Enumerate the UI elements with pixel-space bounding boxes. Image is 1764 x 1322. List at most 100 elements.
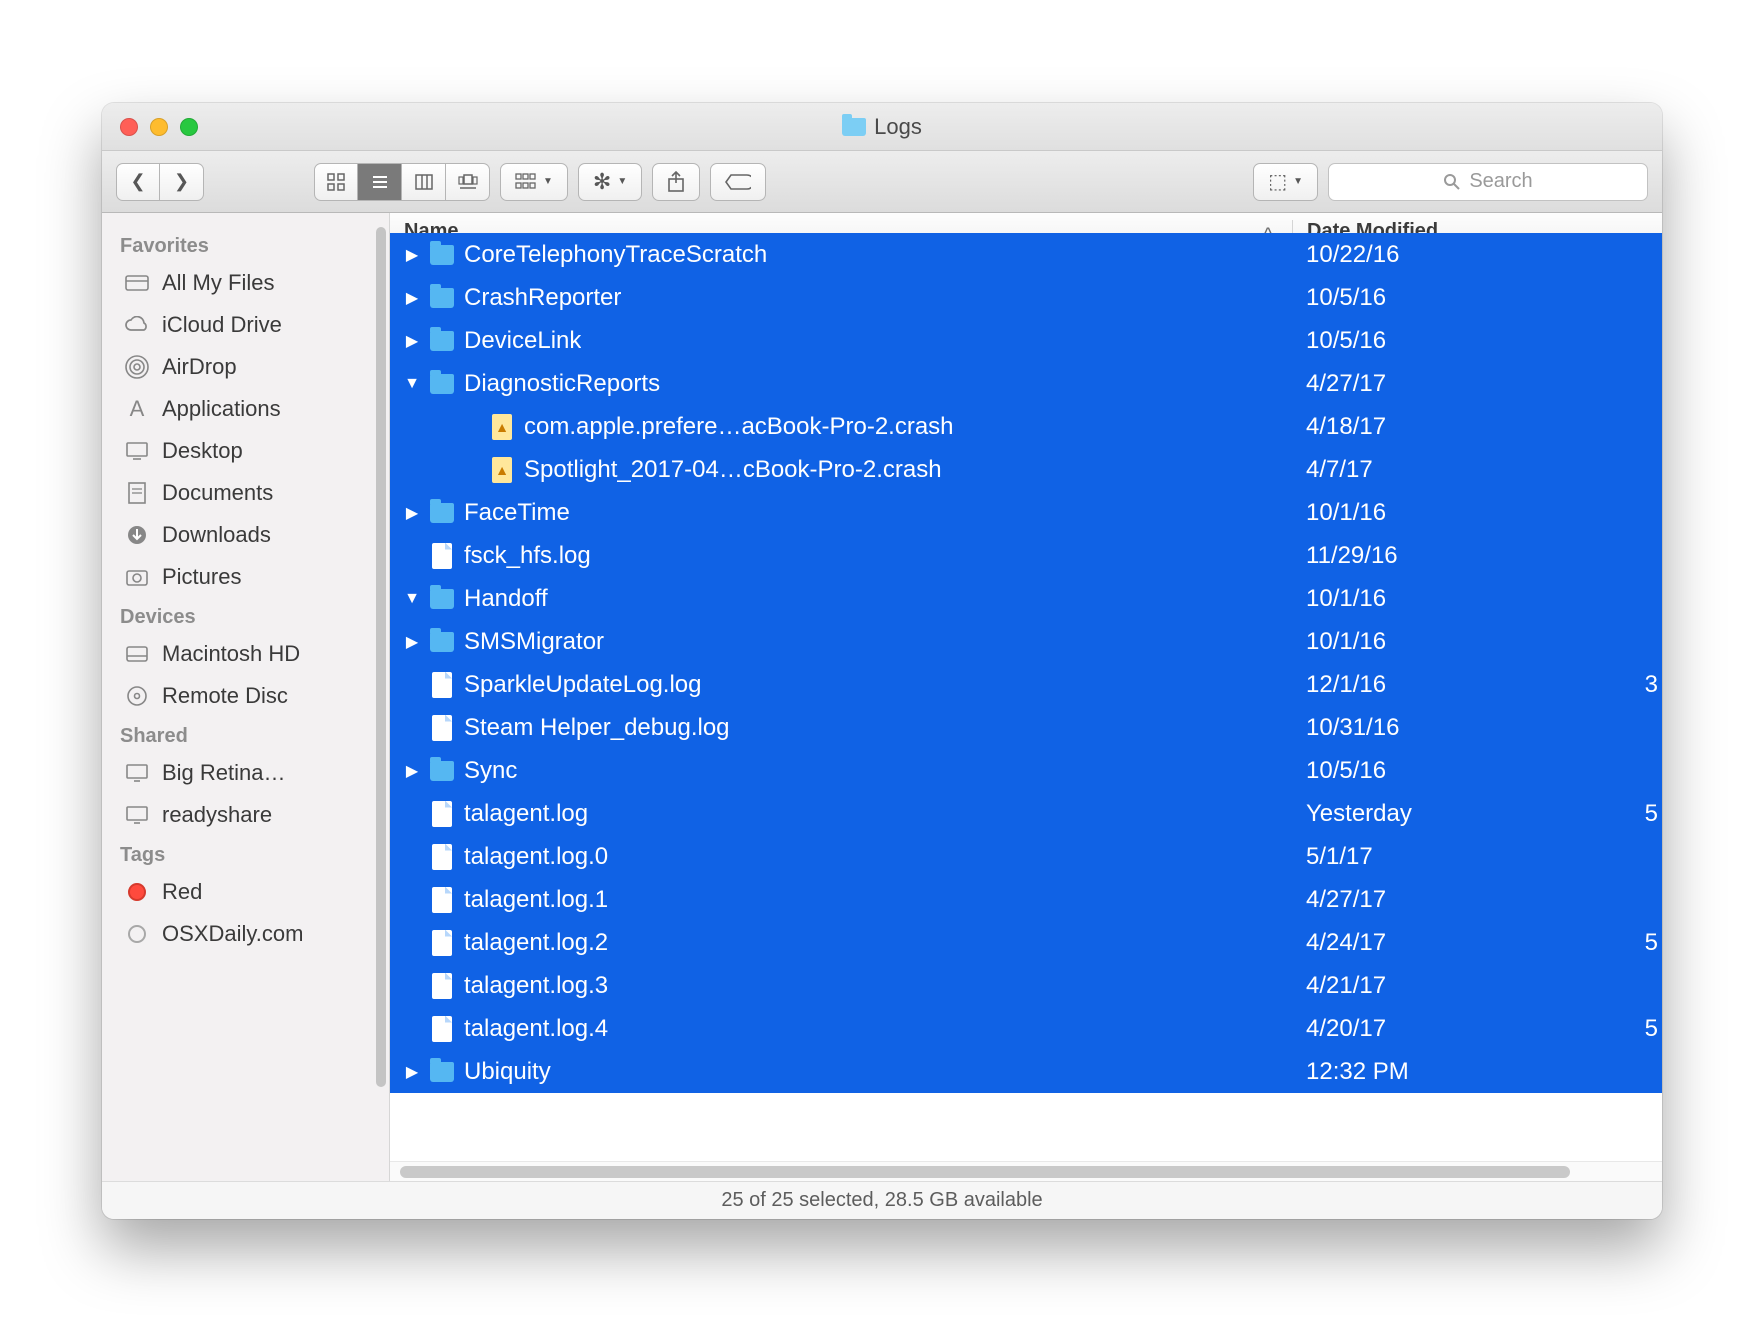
file-row[interactable]: Steam Helper_debug.log 10/31/16: [390, 706, 1662, 749]
file-icon: [430, 888, 454, 912]
share-button[interactable]: [652, 163, 700, 201]
tag-red-icon: [124, 881, 150, 903]
file-row[interactable]: ▶Ubiquity12:32 PM: [390, 1050, 1662, 1093]
file-icon: [430, 974, 454, 998]
dropbox-button[interactable]: ⬚ ▼: [1253, 163, 1318, 201]
arrange-button[interactable]: ▼: [500, 163, 568, 201]
file-row[interactable]: talagent.log.24/24/175: [390, 921, 1662, 964]
file-date: 10/31/16: [1292, 714, 1662, 742]
titlebar: Logs: [102, 103, 1662, 151]
file-name: CoreTelephonyTraceScratch: [464, 241, 767, 269]
file-row[interactable]: fsck_hfs.log11/29/16: [390, 534, 1662, 577]
sidebar-item[interactable]: readyshare: [102, 794, 389, 836]
sidebar-item[interactable]: iCloud Drive: [102, 304, 389, 346]
file-row[interactable]: SparkleUpdateLog.log12/1/163: [390, 663, 1662, 706]
file-row[interactable]: ▶ FaceTime 10/1/16: [390, 491, 1662, 534]
file-name: FaceTime: [464, 499, 570, 527]
finder-window: Logs ❮ ❯ ▼ ✻ ▼: [102, 103, 1662, 1219]
file-row[interactable]: ▶Sync10/5/16: [390, 749, 1662, 792]
disclosure-triangle-icon[interactable]: ▶: [404, 503, 420, 523]
folder-icon: [430, 501, 454, 525]
file-row[interactable]: ▶SMSMigrator10/1/16: [390, 620, 1662, 663]
file-date: 4/21/17: [1292, 972, 1662, 1000]
back-button[interactable]: ❮: [116, 163, 160, 201]
sidebar-scrollbar[interactable]: [376, 227, 386, 1087]
sidebar-item[interactable]: Macintosh HD: [102, 633, 389, 675]
sidebar-item[interactable]: Desktop: [102, 430, 389, 472]
file-row[interactable]: ▶CrashReporter10/5/16: [390, 276, 1662, 319]
horizontal-scrollbar-track[interactable]: [390, 1161, 1662, 1181]
crash-file-icon: ▲: [490, 458, 514, 482]
file-name: talagent.log.1: [464, 886, 608, 914]
sidebar-item-label: Macintosh HD: [162, 641, 300, 667]
disclosure-triangle-icon[interactable]: ▼: [404, 375, 420, 393]
file-row[interactable]: ▶DeviceLink10/5/16: [390, 319, 1662, 362]
file-row[interactable]: ▼Handoff10/1/16: [390, 577, 1662, 620]
disclosure-triangle-icon[interactable]: ▶: [404, 632, 420, 652]
file-name: Steam Helper_debug.log: [464, 714, 730, 742]
list-view-button[interactable]: [358, 163, 402, 201]
sidebar-item-label: OSXDaily.com: [162, 921, 303, 947]
coverflow-view-button[interactable]: [446, 163, 490, 201]
grid-icon: [326, 172, 346, 192]
sidebar-item[interactable]: Downloads: [102, 514, 389, 556]
minimize-button[interactable]: [150, 118, 168, 136]
sidebar-item[interactable]: Pictures: [102, 556, 389, 598]
sidebar-item-label: readyshare: [162, 802, 272, 828]
folder-icon: [430, 1060, 454, 1084]
file-row[interactable]: talagent.log.44/20/175: [390, 1007, 1662, 1050]
close-button[interactable]: [120, 118, 138, 136]
sidebar-item[interactable]: Documents: [102, 472, 389, 514]
file-name: Ubiquity: [464, 1058, 551, 1086]
search-icon: [1443, 173, 1461, 191]
sidebar-section-title: Devices: [102, 598, 389, 633]
disclosure-triangle-icon[interactable]: ▶: [404, 288, 420, 308]
sidebar-item[interactable]: AApplications: [102, 388, 389, 430]
status-bar: 25 of 25 selected, 28.5 GB available: [102, 1181, 1662, 1219]
file-list[interactable]: ▶CoreTelephonyTraceScratch10/22/16▶Crash…: [390, 233, 1662, 1161]
sidebar-item[interactable]: AirDrop: [102, 346, 389, 388]
disclosure-triangle-icon[interactable]: ▶: [404, 245, 420, 265]
monitor-icon: [124, 804, 150, 826]
file-row[interactable]: talagent.logYesterday5: [390, 792, 1662, 835]
file-row[interactable]: talagent.log.14/27/17: [390, 878, 1662, 921]
search-input[interactable]: Search: [1328, 163, 1648, 201]
tags-button[interactable]: [710, 163, 766, 201]
sidebar-item[interactable]: All My Files: [102, 262, 389, 304]
file-date: 10/1/16: [1292, 499, 1662, 527]
file-row[interactable]: ▲Spotlight_2017-04…cBook-Pro-2.crash4/7/…: [390, 448, 1662, 491]
file-row[interactable]: ▼DiagnosticReports4/27/17: [390, 362, 1662, 405]
file-row[interactable]: talagent.log.34/21/17: [390, 964, 1662, 1007]
file-date: 5/1/17: [1292, 843, 1662, 871]
file-row[interactable]: ▶CoreTelephonyTraceScratch10/22/16: [390, 233, 1662, 276]
hdd-icon: [124, 643, 150, 665]
column-view-button[interactable]: [402, 163, 446, 201]
search-placeholder: Search: [1469, 170, 1532, 193]
sidebar-item[interactable]: Red: [102, 871, 389, 913]
folder-icon: [430, 329, 454, 353]
horizontal-scrollbar-thumb[interactable]: [400, 1166, 1570, 1178]
file-name: DeviceLink: [464, 327, 581, 355]
disclosure-triangle-icon[interactable]: ▼: [404, 590, 420, 608]
file-name: talagent.log.0: [464, 843, 608, 871]
disclosure-triangle-icon[interactable]: ▶: [404, 761, 420, 781]
sidebar-item[interactable]: Big Retina…: [102, 752, 389, 794]
zoom-button[interactable]: [180, 118, 198, 136]
folder-icon: [430, 243, 454, 267]
sidebar-item[interactable]: Remote Disc: [102, 675, 389, 717]
window-title-group: Logs: [102, 114, 1662, 140]
file-name: SparkleUpdateLog.log: [464, 671, 702, 699]
body: FavoritesAll My FilesiCloud DriveAirDrop…: [102, 213, 1662, 1181]
view-mode-group: [314, 163, 490, 201]
gear-icon: ✻: [593, 169, 611, 195]
file-date: 10/5/16: [1292, 757, 1662, 785]
action-button[interactable]: ✻ ▼: [578, 163, 642, 201]
disclosure-triangle-icon[interactable]: ▶: [404, 1062, 420, 1082]
sidebar-item[interactable]: OSXDaily.com: [102, 913, 389, 955]
icon-view-button[interactable]: [314, 163, 358, 201]
file-icon: [430, 716, 454, 740]
disclosure-triangle-icon[interactable]: ▶: [404, 331, 420, 351]
forward-button[interactable]: ❯: [160, 163, 204, 201]
file-row[interactable]: ▲com.apple.prefere…acBook-Pro-2.crash4/1…: [390, 405, 1662, 448]
file-row[interactable]: talagent.log.0 5/1/17: [390, 835, 1662, 878]
